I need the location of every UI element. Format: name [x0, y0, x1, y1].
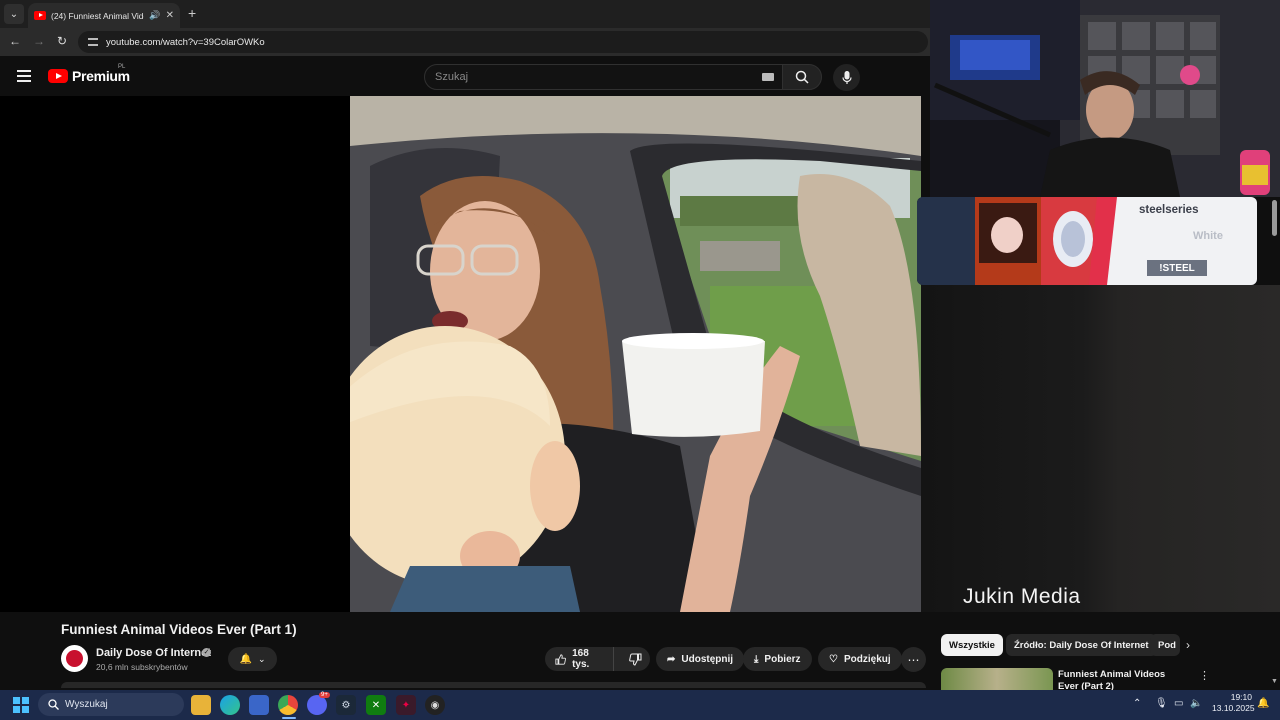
windows-taskbar: Wyszukaj 9+ ⚙ ✕ ✦ ◉ ⌃ 🎙 ▭ 🔈 🔔 — [0, 690, 1280, 720]
file-explorer-icon[interactable] — [191, 695, 211, 715]
chip-source[interactable]: Źródło: Daily Dose Of Internet — [1006, 634, 1157, 656]
chip-related[interactable]: Pod — [1150, 634, 1180, 656]
youtube-favicon-icon — [34, 11, 46, 20]
ad-product-name: White — [1193, 230, 1223, 242]
like-dislike-group: 168 tys. — [545, 647, 650, 671]
video-watermark: Jukin Media — [963, 585, 1081, 608]
clock-date: 13.10.2025 — [1212, 703, 1255, 713]
taskbar-search[interactable]: Wyszukaj — [38, 693, 184, 716]
taskbar-search-placeholder: Wyszukaj — [65, 699, 108, 710]
notification-bell-button[interactable]: 🔔 ⌄ — [228, 647, 277, 671]
verified-check-icon: ✓ — [202, 648, 211, 657]
tab-title: (24) Funniest Animal Videos Ever (Part 1… — [51, 10, 144, 21]
obs-icon[interactable]: ◉ — [425, 695, 445, 715]
region-code: PL — [118, 64, 126, 70]
voice-search-button[interactable] — [833, 64, 860, 91]
clock-time: 19:10 — [1230, 692, 1252, 702]
description-box[interactable] — [61, 682, 926, 688]
ad-chat-command: !STEEL — [1147, 260, 1207, 276]
search-input[interactable] — [425, 65, 725, 89]
url-bar[interactable]: youtube.com/watch?v=39ColarOWKo — [78, 31, 928, 53]
thumbs-up-icon — [555, 653, 566, 665]
hamburger-menu-icon[interactable] — [17, 70, 31, 82]
heart-dollar-icon: ♡ — [829, 653, 838, 665]
video-title: Funniest Animal Videos Ever (Part 1) — [61, 622, 297, 637]
search-icon — [795, 70, 809, 84]
bell-icon: 🔔 — [239, 653, 252, 665]
taskbar-clock[interactable]: 19:10 13.10.2025 — [1212, 692, 1255, 714]
thumbs-down-icon — [628, 653, 642, 666]
search-box[interactable] — [424, 64, 784, 90]
tray-mic-icon[interactable]: 🎙 — [1155, 698, 1168, 709]
scroll-down-arrow-icon[interactable]: ▼ — [1271, 678, 1278, 685]
discord-badge: 9+ — [319, 692, 330, 698]
thanks-button[interactable]: ♡ Podziękuj — [818, 647, 902, 671]
browser-tab[interactable]: (24) Funniest Animal Videos Ever (Part 1… — [28, 3, 180, 28]
thanks-label: Podziękuj — [843, 653, 891, 665]
like-count: 168 tys. — [572, 648, 590, 670]
subscriber-count: 20,6 mln subskrybentów — [96, 662, 188, 672]
download-icon: ⤓ — [754, 653, 759, 665]
share-button[interactable]: ➦ Udostępnij — [656, 647, 745, 671]
recommended-thumbnail[interactable] — [941, 668, 1053, 690]
dislike-button[interactable] — [620, 647, 650, 671]
download-label: Pobierz — [764, 653, 801, 665]
chevron-down-icon: ⌄ — [257, 653, 266, 664]
logo-text: Premium — [72, 68, 130, 84]
url-text: youtube.com/watch?v=39ColarOWKo — [106, 36, 265, 48]
scrollbar-thumb[interactable] — [1272, 200, 1277, 236]
more-actions-button[interactable]: ⋯ — [901, 647, 926, 672]
store-icon[interactable] — [249, 695, 269, 715]
discord-icon[interactable]: 9+ — [307, 692, 330, 715]
download-button[interactable]: ⤓ Pobierz — [743, 647, 812, 671]
video-scene-image — [350, 96, 921, 612]
windows-start-icon[interactable] — [13, 697, 29, 713]
edge-icon[interactable] — [220, 695, 240, 715]
youtube-play-icon — [48, 69, 68, 83]
share-label: Udostępnij — [681, 653, 734, 665]
sponsor-ad-banner: steelseries White !STEEL — [917, 197, 1257, 285]
microphone-icon — [841, 70, 852, 84]
tab-list-button[interactable]: ⌄ — [4, 4, 24, 24]
network-icon[interactable]: ▭ — [1174, 698, 1183, 709]
search-icon — [48, 699, 59, 710]
search-button[interactable] — [782, 64, 822, 90]
active-app-indicator — [282, 717, 296, 719]
chrome-icon[interactable] — [278, 695, 298, 715]
channel-name[interactable]: Daily Dose Of Internet — [96, 647, 211, 659]
like-button[interactable]: 168 tys. — [545, 647, 615, 671]
webcam-image — [930, 0, 1280, 197]
chevron-right-icon[interactable]: › — [1186, 638, 1190, 652]
keyboard-icon[interactable] — [762, 73, 774, 81]
tray-overflow-icon[interactable]: ⌃ — [1133, 698, 1141, 709]
steam-icon[interactable]: ⚙ — [336, 695, 356, 715]
chip-all[interactable]: Wszystkie — [941, 634, 1003, 656]
player-side-area — [921, 285, 1280, 612]
channel-avatar[interactable] — [61, 645, 88, 672]
youtube-premium-logo[interactable]: Premium PL — [48, 64, 130, 84]
close-tab-icon[interactable]: ✕ — [166, 10, 174, 21]
xbox-icon[interactable]: ✕ — [366, 695, 386, 715]
ad-brand-name: steelseries — [1139, 204, 1199, 216]
reload-icon[interactable]: ↻ — [57, 34, 67, 48]
volume-icon[interactable]: 🔈 — [1190, 698, 1202, 709]
game-app-icon[interactable]: ✦ — [396, 695, 416, 715]
recommended-menu-icon[interactable]: ⋮ — [1199, 669, 1210, 682]
share-arrow-icon: ➦ — [667, 653, 676, 665]
site-info-icon[interactable] — [88, 38, 98, 46]
new-tab-button[interactable]: + — [188, 5, 196, 21]
back-arrow-icon[interactable]: ← — [9, 34, 21, 48]
speaker-icon[interactable]: 🔊 — [149, 10, 160, 21]
streamer-webcam-overlay — [930, 0, 1280, 197]
youtube-header: Premium PL — [0, 56, 930, 96]
forward-arrow-icon[interactable]: → — [33, 34, 45, 48]
notification-icon[interactable]: 🔔 — [1257, 698, 1269, 709]
video-frame[interactable] — [350, 96, 921, 612]
